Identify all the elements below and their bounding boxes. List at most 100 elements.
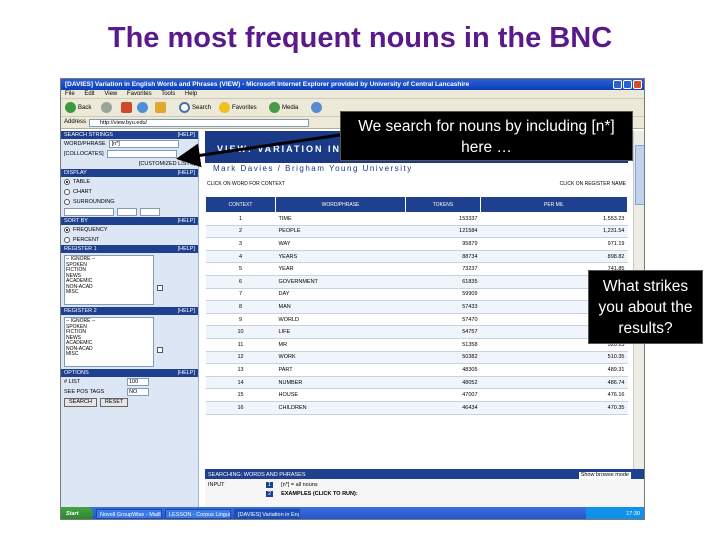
row-word[interactable]: YEAR (275, 262, 406, 276)
list-count-input[interactable]: 100 (127, 378, 149, 386)
maximize-icon[interactable] (623, 80, 632, 89)
register2-option[interactable]: MISC (66, 351, 152, 358)
surrounding-select-mid[interactable] (117, 208, 137, 216)
register2-help-link[interactable]: [HELP] (178, 307, 195, 315)
word-phrase-row: WORD/PHRASE [n*] (61, 139, 198, 149)
row-word[interactable]: PART (275, 363, 406, 377)
row-word[interactable]: DAY (275, 288, 406, 302)
task-davies[interactable]: [DAVIES] Variation in English (234, 509, 300, 519)
media-button[interactable]: Media (269, 102, 298, 113)
minimize-icon[interactable] (613, 80, 622, 89)
display-chart-option[interactable]: CHART (61, 187, 198, 197)
register2-list[interactable]: -- IGNORE -- SPOKEN FICTION NEWS ACADEMI… (64, 317, 154, 367)
surrounding-select-left[interactable] (64, 208, 114, 216)
step-1-badge: 1 (266, 482, 274, 488)
scrollbar-thumb[interactable] (635, 145, 644, 205)
register2-checkbox[interactable] (157, 347, 163, 353)
surrounding-select-right[interactable] (140, 208, 160, 216)
register1-list[interactable]: -- IGNORE -- SPOKEN FICTION NEWS ACADEMI… (64, 255, 154, 305)
row-word[interactable]: WAY (275, 237, 406, 251)
reset-button[interactable]: RESET (99, 397, 129, 407)
address-input[interactable]: http://view.byu.edu/ (89, 119, 309, 127)
row-word[interactable]: GOVERNMENT (275, 275, 406, 289)
table-row: 7DAY59909606.85 (205, 288, 628, 302)
frequency-radio[interactable] (64, 227, 70, 233)
task-groupwise[interactable]: Novell GroupWise - Mailbox (96, 509, 162, 519)
menu-view[interactable]: View (104, 91, 117, 97)
menu-tools[interactable]: Tools (161, 91, 175, 97)
customized-lists-link[interactable]: [CUSTOMIZED LISTS] (139, 161, 195, 167)
sort-percent-option[interactable]: PERCENT (61, 235, 198, 245)
sort-frequency-option[interactable]: FREQUENCY (61, 225, 198, 235)
table-row: 9WORLD57470582.14 (205, 313, 628, 327)
col-context: CONTEXT (205, 196, 276, 213)
surrounding-radio[interactable] (64, 199, 70, 205)
task-lesson[interactable]: LESSON - Corpus Linguistics (165, 509, 231, 519)
browse-mode-select[interactable]: Show browse mode (578, 471, 631, 479)
table-row: 10LIFE54757554.66 (205, 325, 628, 339)
row-tokens: 88734 (405, 250, 481, 264)
history-button[interactable] (311, 102, 322, 113)
row-word[interactable]: PEOPLE (275, 225, 406, 239)
taskbar: Start Novell GroupWise - Mailbox LESSON … (61, 507, 644, 519)
forward-button[interactable] (101, 102, 112, 113)
register1-option[interactable]: MISC (66, 289, 152, 296)
home-button[interactable] (155, 102, 166, 113)
table-row: 14 NUMBER 48052 486.74 (205, 376, 628, 390)
search-submit-button[interactable]: SEARCH (64, 397, 97, 407)
row-word[interactable]: WORK (275, 351, 406, 365)
pos-tags-select[interactable]: NO (127, 388, 149, 396)
menu-favorites[interactable]: Favorites (127, 91, 152, 97)
collocates-input[interactable] (106, 150, 177, 158)
register1-checkbox[interactable] (157, 285, 163, 291)
row-word[interactable]: MR (275, 338, 406, 352)
col-per-mil: PER MIL (480, 196, 628, 213)
media-icon (269, 102, 280, 113)
table-row: 12 WORK 50382 510.35 (205, 351, 628, 365)
sort-help-link[interactable]: [HELP] (178, 217, 195, 225)
options-help-link[interactable]: [HELP] (178, 369, 195, 377)
examples-label[interactable]: EXAMPLES (CLICK TO RUN): (281, 491, 358, 497)
display-help-link[interactable]: [HELP] (178, 169, 195, 177)
menu-edit[interactable]: Edit (84, 91, 94, 97)
callout-search-instructions: We search for nouns by including [n*] he… (340, 111, 633, 161)
close-icon[interactable] (633, 80, 642, 89)
word-phrase-input[interactable]: [n*] (108, 140, 179, 148)
refresh-button[interactable] (137, 102, 148, 113)
table-row: 8MAN57433581.77 (205, 300, 628, 314)
row-number: 13 (205, 363, 276, 377)
row-word[interactable]: HOUSE (275, 388, 406, 402)
start-button[interactable]: Start (61, 507, 93, 519)
table-radio[interactable] (64, 179, 70, 185)
favorites-button[interactable]: Favorites (219, 102, 257, 113)
collocates-link[interactable]: [COLLOCATES] (64, 151, 104, 157)
bottom-panel-header: SEARCHING: WORDS AND PHRASES Show browse… (205, 471, 644, 479)
table-row: 5YEAR73237741.85 (205, 262, 628, 276)
menu-file[interactable]: File (65, 91, 75, 97)
stop-button[interactable] (121, 102, 132, 113)
chart-radio[interactable] (64, 189, 70, 195)
table-row: 1 TIME 153337 1,553.23 (205, 212, 628, 226)
row-word[interactable]: TIME (275, 212, 406, 226)
percent-radio[interactable] (64, 237, 70, 243)
row-word[interactable]: CHILDREN (275, 401, 406, 415)
search-button[interactable]: Search (179, 102, 211, 113)
register1-help-link[interactable]: [HELP] (178, 245, 195, 253)
menu-help[interactable]: Help (185, 91, 197, 97)
stop-icon (121, 102, 132, 113)
row-number: 3 (205, 237, 276, 251)
results-table: CONTEXT WORD/PHRASE TOKENS PER MIL 1 TIME… (205, 196, 628, 415)
row-word[interactable]: YEARS (275, 250, 406, 264)
display-table-option[interactable]: TABLE (61, 177, 198, 187)
display-surrounding-option[interactable]: SURROUNDING (61, 197, 198, 207)
sort-by-header: SORT BY [HELP] (61, 217, 198, 225)
row-word[interactable]: LIFE (275, 325, 406, 339)
row-word[interactable]: NUMBER (275, 376, 406, 390)
row-word[interactable]: MAN (275, 300, 406, 314)
row-word[interactable]: WORLD (275, 313, 406, 327)
col-tokens: TOKENS (405, 196, 481, 213)
row-number: 16 (205, 401, 276, 415)
help-link[interactable]: [HELP] (178, 131, 195, 139)
row-tokens: 54757 (405, 325, 481, 339)
back-button[interactable]: Back (65, 102, 91, 113)
